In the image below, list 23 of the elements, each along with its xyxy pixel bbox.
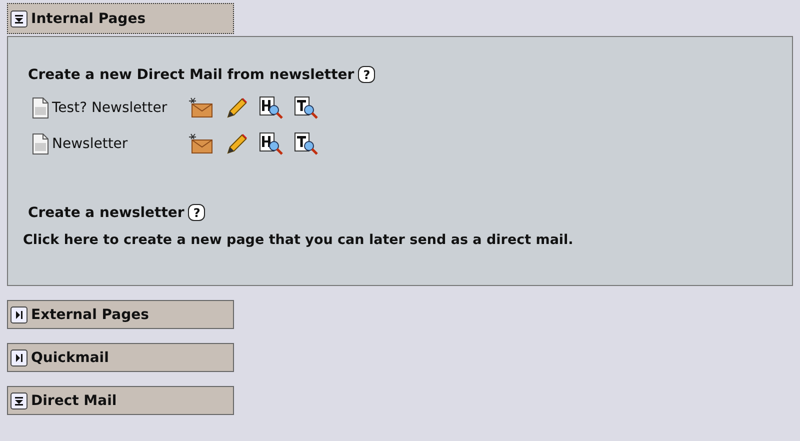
envelope-icon[interactable] [188, 96, 214, 120]
section-header[interactable]: Quickmail [7, 343, 234, 372]
newsletter-name[interactable]: Newsletter [52, 136, 188, 152]
expand-icon[interactable] [10, 348, 28, 366]
create-page-link[interactable]: Click here to create a new page that you can later send as a direct mail. [23, 232, 792, 248]
section-header[interactable]: Internal Pages [7, 3, 234, 34]
collapse-icon[interactable] [10, 392, 28, 410]
help-icon[interactable]: ? [188, 204, 206, 221]
document-icon [32, 97, 49, 119]
collapse-icon[interactable] [10, 10, 28, 28]
section-heading: Create a newsletter [28, 204, 184, 220]
document-icon [32, 133, 49, 155]
expand-icon[interactable] [10, 306, 28, 324]
section-header[interactable]: External Pages [7, 300, 234, 329]
section-heading: Create a new Direct Mail from newsletter [28, 66, 354, 82]
preview-icon[interactable] [258, 96, 284, 120]
preview-icon[interactable] [258, 132, 284, 156]
preview-icon[interactable] [293, 132, 319, 156]
preview-icon[interactable] [293, 96, 319, 120]
envelope-icon[interactable] [188, 132, 214, 156]
section-header[interactable]: Direct Mail [7, 386, 234, 415]
newsletter-name[interactable]: Test? Newsletter [52, 100, 188, 116]
help-icon[interactable]: ? [358, 66, 376, 83]
